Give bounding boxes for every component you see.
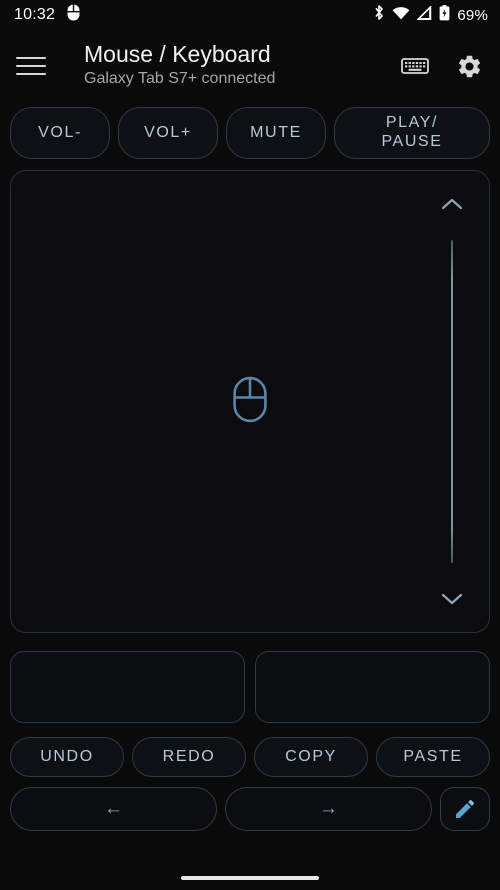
back-button[interactable]: ← (10, 787, 217, 831)
hamburger-line (16, 73, 46, 75)
gesture-home-pill[interactable] (181, 876, 319, 880)
wifi-icon (392, 6, 410, 25)
paste-button[interactable]: PASTE (376, 737, 490, 777)
mute-button[interactable]: MUTE (226, 107, 326, 159)
status-clock: 10:32 (14, 6, 56, 23)
media-control-row: VOL- VOL+ MUTE PLAY/ PAUSE (0, 102, 500, 164)
status-bar-left: 10:32 (14, 4, 81, 26)
bluetooth-icon (373, 4, 385, 26)
undo-label: UNDO (40, 747, 94, 765)
edit-control-row: UNDO REDO COPY PASTE (0, 723, 500, 777)
connection-status: Galaxy Tab S7+ connected (84, 69, 276, 87)
forward-button[interactable]: → (225, 787, 432, 831)
trackpad-surface[interactable] (10, 170, 490, 633)
hamburger-menu-icon[interactable] (16, 49, 50, 83)
status-bar-right: 69% (373, 4, 488, 26)
gear-icon[interactable] (454, 51, 484, 81)
forward-arrow-icon: → (319, 798, 338, 819)
back-arrow-icon: ← (104, 798, 123, 819)
copy-label: COPY (285, 747, 337, 765)
app-root: 10:32 69% Mouse / Keyboard Galaxy Tab S7… (0, 0, 500, 890)
play-pause-label-line1: PLAY/ (385, 114, 439, 132)
keyboard-icon[interactable] (400, 51, 430, 81)
volume-up-label: VOL+ (144, 123, 192, 141)
paste-label: PASTE (403, 747, 463, 765)
play-pause-button[interactable]: PLAY/ PAUSE (334, 107, 490, 159)
volume-down-button[interactable]: VOL- (10, 107, 110, 159)
redo-button[interactable]: REDO (132, 737, 246, 777)
mute-label: MUTE (250, 123, 302, 141)
play-pause-label-line2: PAUSE (381, 133, 443, 150)
copy-button[interactable]: COPY (254, 737, 368, 777)
navigation-row: ← → (0, 777, 500, 831)
battery-percent: 69% (457, 6, 488, 24)
hamburger-line (16, 65, 46, 67)
mouse-notification-icon (67, 4, 81, 26)
chevron-down-icon[interactable] (437, 585, 467, 614)
scrollbar-track[interactable] (451, 240, 453, 563)
header-titles: Mouse / Keyboard Galaxy Tab S7+ connecte… (64, 42, 386, 90)
right-click-button[interactable] (255, 651, 490, 723)
left-click-button[interactable] (10, 651, 245, 723)
redo-label: REDO (162, 747, 216, 765)
header-actions (400, 51, 486, 81)
volume-up-button[interactable]: VOL+ (118, 107, 218, 159)
cellular-signal-icon (416, 4, 432, 25)
system-navigation-bar (0, 831, 500, 890)
battery-icon (439, 4, 450, 26)
volume-down-label: VOL- (38, 123, 82, 141)
hamburger-line (16, 57, 46, 59)
app-header: Mouse / Keyboard Galaxy Tab S7+ connecte… (0, 30, 500, 102)
vertical-scrollbar[interactable] (433, 189, 471, 614)
status-bar: 10:32 69% (0, 0, 500, 30)
trackpad-container (0, 164, 500, 633)
page-title: Mouse / Keyboard (84, 42, 271, 68)
chevron-up-icon[interactable] (437, 189, 467, 218)
mouse-click-row (0, 633, 500, 723)
pencil-icon[interactable] (440, 787, 490, 831)
play-pause-label: PLAY/ PAUSE (381, 114, 442, 152)
mouse-icon (233, 376, 267, 427)
undo-button[interactable]: UNDO (10, 737, 124, 777)
